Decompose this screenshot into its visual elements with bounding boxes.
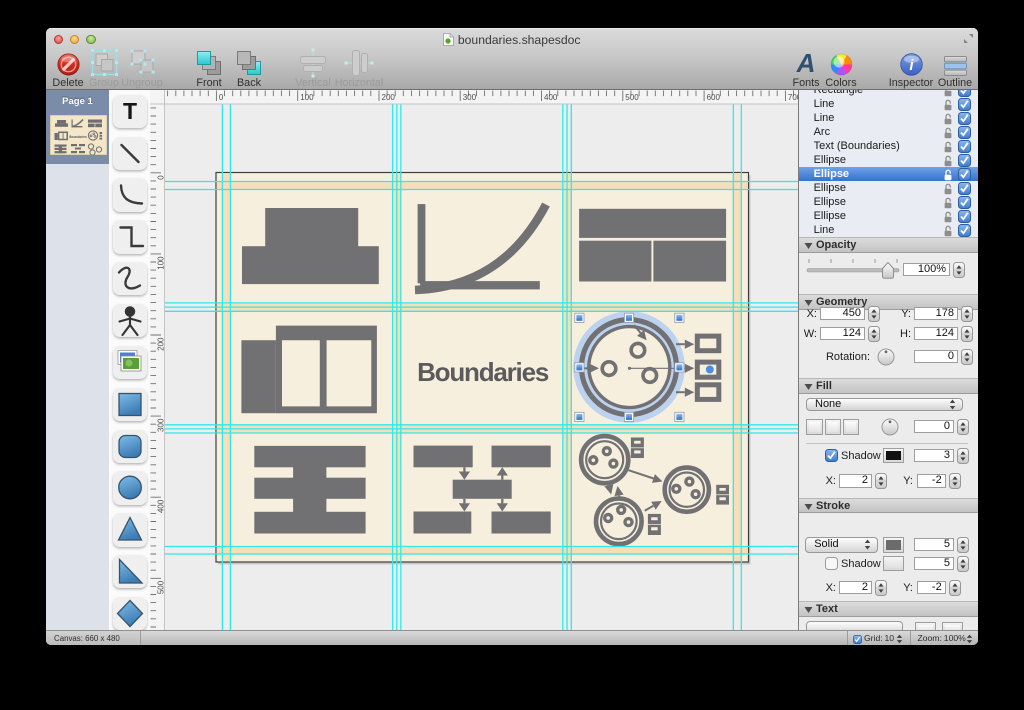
svg-text:400: 400	[544, 93, 558, 102]
svg-text:Boundaries: Boundaries	[417, 357, 549, 387]
svg-text:400: 400	[156, 499, 165, 513]
svg-text:300: 300	[463, 93, 477, 102]
svg-text:500: 500	[625, 93, 639, 102]
svg-text:100: 100	[300, 93, 314, 102]
svg-text:T: T	[123, 98, 137, 124]
svg-text:0: 0	[156, 174, 165, 179]
svg-text:200: 200	[382, 93, 396, 102]
svg-text:300: 300	[156, 418, 165, 432]
svg-text:500: 500	[156, 580, 165, 594]
svg-text:600: 600	[707, 93, 721, 102]
svg-text:0: 0	[219, 93, 224, 102]
svg-text:200: 200	[156, 336, 165, 350]
svg-text:Boundaries: Boundaries	[69, 135, 87, 139]
svg-text:700: 700	[788, 93, 798, 102]
svg-text:100: 100	[156, 255, 165, 269]
